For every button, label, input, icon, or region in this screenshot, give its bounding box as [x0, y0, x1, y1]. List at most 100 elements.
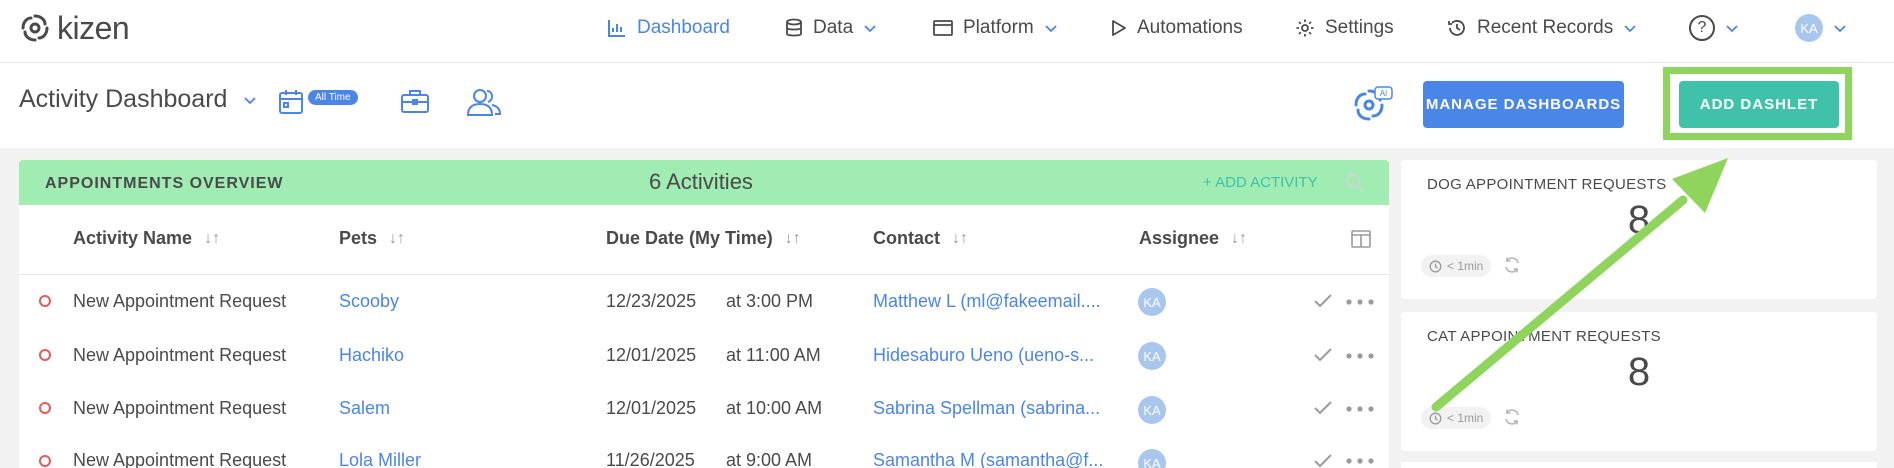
database-icon [786, 18, 802, 37]
nav-data-label: Data [813, 17, 854, 38]
row-due-time: at 10:00 AM [726, 398, 823, 418]
chevron-down-icon [1834, 25, 1846, 33]
kizen-logo[interactable]: kizen [19, 10, 130, 46]
refresh-interval: < 1min [1421, 255, 1492, 277]
col-activity-name[interactable]: Activity Name ↓↑ [73, 228, 220, 249]
help-menu[interactable]: ? [1689, 0, 1739, 56]
nav-dashboard-label: Dashboard [637, 17, 730, 38]
sort-icon: ↓↑ [1231, 229, 1248, 247]
user-menu[interactable]: KA [1795, 0, 1847, 56]
row-contact-link[interactable]: Samantha M (samantha@f... [873, 450, 1103, 468]
dashlet-value: 8 [1627, 350, 1651, 394]
nav-settings-label: Settings [1325, 17, 1394, 38]
status-indicator[interactable] [39, 402, 51, 414]
card-header: APPOINTMENTS OVERVIEW 6 Activities + ADD… [19, 160, 1389, 205]
row-due-time: at 11:00 AM [726, 345, 821, 365]
header-divider [19, 274, 1389, 275]
help-icon-glyph: ? [1697, 19, 1707, 36]
ai-assistant-icon[interactable]: AI [1351, 85, 1393, 127]
refresh-interval-label: < 1min [1447, 411, 1484, 425]
check-icon[interactable] [1314, 454, 1332, 468]
status-indicator[interactable] [39, 349, 51, 361]
dashboard-selector[interactable]: Activity Dashboard [19, 85, 257, 114]
manage-dashboards-button[interactable]: MANAGE DASHBOARDS [1423, 81, 1624, 128]
row-due-date: 11/26/2025 [606, 450, 695, 468]
row-due-time: at 9:00 AM [726, 450, 813, 468]
row-due-date: 12/01/2025 [606, 345, 697, 365]
sort-icon: ↓↑ [389, 229, 406, 247]
search-icon[interactable] [1345, 173, 1365, 193]
dashlet-dog-appointments[interactable]: DOG APPOINTMENT REQUESTS 8 < 1min [1401, 160, 1877, 299]
col-assignee[interactable]: Assignee ↓↑ [1139, 228, 1247, 249]
nav-platform[interactable]: Platform [933, 0, 1058, 56]
refresh-icon[interactable] [1503, 256, 1521, 274]
dashlet-partial [1401, 462, 1877, 468]
row-activity-name: New Appointment Request [73, 398, 287, 418]
row-contact-link[interactable]: Matthew L (ml@fakeemail.... [873, 291, 1101, 312]
add-dashlet-button[interactable]: ADD DASHLET [1679, 81, 1839, 128]
col-pets[interactable]: Pets ↓↑ [339, 228, 405, 249]
row-contact-link[interactable]: Sabrina Spellman (sabrina... [873, 398, 1100, 419]
help-icon: ? [1689, 15, 1715, 41]
activity-count: 6 Activities [649, 169, 753, 194]
add-activity-link[interactable]: + ADD ACTIVITY [1203, 174, 1318, 191]
check-icon[interactable] [1314, 401, 1332, 415]
nav-dashboard[interactable]: Dashboard [607, 0, 730, 56]
sort-icon: ↓↑ [784, 229, 801, 247]
more-options-icon[interactable] [1346, 353, 1374, 359]
chevron-down-icon [1726, 25, 1738, 33]
col-due-date[interactable]: Due Date (My Time) ↓↑ [606, 228, 801, 249]
row-activity-name: New Appointment Request [73, 291, 287, 311]
window-icon [933, 20, 953, 36]
col-contact[interactable]: Contact ↓↑ [873, 228, 968, 249]
col-contact-label: Contact [873, 228, 940, 248]
dashboard-icon [608, 20, 625, 37]
date-range-badge[interactable]: All Time [308, 90, 358, 105]
users-icon[interactable] [467, 88, 501, 116]
dashlet-title: DOG APPOINTMENT REQUESTS [1427, 176, 1667, 193]
dashboard-title: Activity Dashboard [19, 85, 228, 113]
row-pet-link[interactable]: Hachiko [339, 345, 404, 366]
more-options-icon[interactable] [1346, 299, 1374, 305]
gear-icon [1296, 19, 1314, 37]
refresh-icon[interactable] [1503, 408, 1521, 426]
ai-label: AI [1380, 89, 1388, 98]
nav-recent-records[interactable]: Recent Records [1447, 0, 1637, 56]
assignee-avatar: KA [1138, 342, 1166, 370]
nav-automations[interactable]: Automations [1111, 0, 1243, 56]
dashlet-title: CAT APPOINTMENT REQUESTS [1427, 328, 1661, 345]
status-indicator[interactable] [39, 295, 51, 307]
row-pet-link[interactable]: Scooby [339, 291, 399, 312]
row-due-date: 12/01/2025 [606, 398, 697, 418]
card-title: APPOINTMENTS OVERVIEW [45, 175, 284, 192]
chevron-down-icon [864, 25, 876, 33]
row-pet-link[interactable]: Lola Miller [339, 450, 421, 468]
kizen-logo-icon [21, 14, 49, 42]
briefcase-icon[interactable] [401, 89, 429, 113]
status-indicator[interactable] [39, 455, 51, 467]
nav-data[interactable]: Data [785, 0, 877, 56]
check-icon[interactable] [1314, 294, 1332, 308]
more-options-icon[interactable] [1346, 458, 1374, 464]
column-settings-icon[interactable] [1351, 230, 1371, 248]
chevron-down-icon [1045, 25, 1057, 33]
nav-platform-label: Platform [963, 17, 1034, 38]
calendar-icon[interactable] [279, 89, 303, 115]
dashlet-cat-appointments[interactable]: CAT APPOINTMENT REQUESTS 8 < 1min [1401, 312, 1877, 451]
nav-settings[interactable]: Settings [1295, 0, 1394, 56]
row-due-time: at 3:00 PM [726, 291, 814, 311]
sort-icon: ↓↑ [952, 229, 968, 247]
sort-icon: ↓↑ [204, 229, 221, 247]
user-avatar: KA [1795, 14, 1823, 42]
nav-automations-label: Automations [1137, 17, 1243, 38]
col-assignee-label: Assignee [1139, 228, 1220, 248]
row-contact-link[interactable]: Hidesaburo Ueno (ueno-s... [873, 345, 1094, 366]
more-options-icon[interactable] [1346, 406, 1374, 412]
history-icon [1448, 20, 1465, 36]
row-pet-link[interactable]: Salem [339, 398, 390, 419]
row-activity-name: New Appointment Request [73, 345, 287, 365]
col-activity-name-label: Activity Name [73, 228, 193, 248]
refresh-interval-label: < 1min [1447, 259, 1484, 273]
check-icon[interactable] [1314, 348, 1332, 362]
refresh-interval: < 1min [1421, 407, 1492, 429]
